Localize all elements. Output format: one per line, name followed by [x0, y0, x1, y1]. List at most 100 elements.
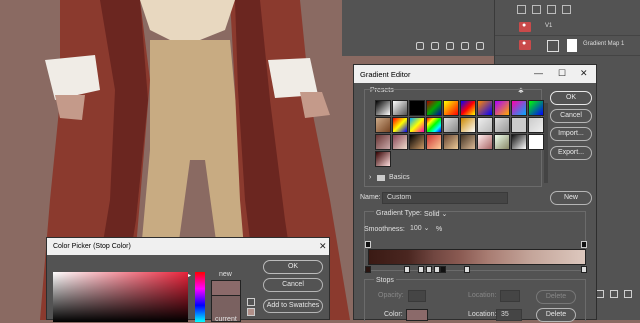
opacity-location-input[interactable] [500, 290, 520, 302]
gradient-preset-swatch[interactable] [409, 117, 425, 133]
gradient-preset-swatch[interactable] [460, 134, 476, 150]
opacity-stop-right[interactable] [581, 241, 587, 248]
opacity-input[interactable] [408, 290, 426, 302]
dialog-title: Color Picker (Stop Color) [53, 243, 131, 250]
gradient-preset-swatch[interactable] [494, 117, 510, 133]
gradient-preset-swatch[interactable] [443, 100, 459, 116]
opacity-stop-left[interactable] [365, 241, 371, 248]
color-stop[interactable] [404, 266, 410, 273]
visibility-icon[interactable] [461, 42, 469, 50]
lock-position-icon[interactable] [532, 4, 541, 14]
minimize-icon[interactable]: — [534, 68, 543, 78]
trash-icon[interactable] [624, 290, 632, 298]
gradient-preset-swatch[interactable] [511, 134, 527, 150]
clip-icon[interactable] [416, 42, 424, 50]
gradient-preset-swatch[interactable] [477, 117, 493, 133]
gradient-preset-swatch[interactable] [392, 134, 408, 150]
gradient-preview-bar[interactable] [368, 249, 586, 265]
hue-slider[interactable] [195, 272, 205, 322]
gradient-preset-swatch[interactable] [511, 117, 527, 133]
gradient-preset-swatch[interactable] [477, 134, 493, 150]
folder-label[interactable]: Basics [389, 174, 410, 181]
gradient-preset-swatch[interactable] [426, 117, 442, 133]
web-safe-icon[interactable] [247, 308, 255, 316]
import-button[interactable]: Import... [550, 127, 592, 141]
reset-icon[interactable] [446, 42, 454, 50]
presets-swatch-grid [375, 100, 544, 167]
gradient-preset-swatch[interactable] [494, 100, 510, 116]
layer-row-gradient-map[interactable]: Gradient Map 1 [495, 36, 640, 56]
smoothness-unit: % [436, 226, 443, 233]
gradient-preset-swatch[interactable] [426, 100, 442, 116]
gradient-name-input[interactable]: Custom [382, 192, 508, 204]
gradient-preset-swatch[interactable] [460, 117, 476, 133]
gradient-type-label: Gradient Type: [374, 210, 424, 217]
gradient-preset-swatch[interactable] [528, 117, 544, 133]
add-to-swatches-button[interactable]: Add to Swatches [263, 299, 323, 313]
chevron-down-icon: ⌄ [441, 211, 448, 218]
layer-row-group[interactable]: V1 [495, 18, 640, 36]
lock-pixels-icon[interactable] [517, 4, 526, 14]
new-layer-icon[interactable] [610, 290, 618, 298]
color-stop[interactable] [365, 266, 371, 273]
gradient-preset-swatch[interactable] [528, 134, 544, 150]
presets-scrollbar[interactable] [544, 103, 548, 183]
gradient-preset-swatch[interactable] [477, 100, 493, 116]
gradient-preset-swatch[interactable] [409, 100, 425, 116]
ok-button[interactable]: OK [550, 91, 592, 105]
gradient-preset-swatch[interactable] [375, 100, 391, 116]
gradient-preset-swatch[interactable] [443, 117, 459, 133]
gradient-preset-swatch[interactable] [426, 134, 442, 150]
export-button[interactable]: Export... [550, 146, 592, 160]
new-color-swatch [211, 280, 241, 296]
trash-icon[interactable] [476, 42, 484, 50]
stop-color-swatch[interactable] [406, 309, 428, 321]
folder-chevron-icon[interactable]: › [369, 174, 371, 181]
color-location-input[interactable]: 35 [496, 309, 522, 321]
cancel-button[interactable]: Cancel [263, 278, 323, 292]
smoothness-value: 100 [410, 225, 422, 232]
gradient-preset-swatch[interactable] [511, 100, 527, 116]
opacity-delete-button[interactable]: Delete [536, 290, 576, 304]
gradient-type-select[interactable]: Solid ⌄ [424, 210, 447, 218]
gradient-preset-swatch[interactable] [392, 117, 408, 133]
gradient-editor-titlebar: Gradient Editor — ☐ ✕ [354, 65, 596, 83]
visibility-eye-icon[interactable] [519, 22, 531, 32]
gradient-preset-swatch[interactable] [409, 134, 425, 150]
gradient-preset-swatch[interactable] [375, 151, 391, 167]
color-stop[interactable] [464, 266, 470, 273]
color-stop[interactable] [426, 266, 432, 273]
view-previous-icon[interactable] [431, 42, 439, 50]
color-saturation-field[interactable] [53, 272, 188, 322]
new-button[interactable]: New [550, 191, 592, 205]
dialog-title: Gradient Editor [360, 69, 411, 79]
new-group-icon[interactable] [596, 290, 604, 298]
gradient-preset-swatch[interactable] [528, 100, 544, 116]
gradient-preset-swatch[interactable] [443, 134, 459, 150]
folder-icon [377, 175, 385, 181]
gradient-preset-swatch[interactable] [494, 134, 510, 150]
color-stop[interactable] [418, 266, 424, 273]
color-stop[interactable] [440, 266, 446, 273]
gradient-preset-swatch[interactable] [375, 134, 391, 150]
close-icon[interactable]: ✕ [580, 68, 588, 79]
layer-mask-thumbnail[interactable] [567, 39, 577, 52]
layer-name: Gradient Map 1 [583, 41, 625, 47]
gradient-preset-swatch[interactable] [375, 117, 391, 133]
adjustment-thumbnail-icon [547, 40, 559, 52]
ok-button[interactable]: OK [263, 260, 323, 274]
lock-artboard-icon[interactable] [547, 4, 556, 14]
smoothness-input[interactable]: 100 ⌄ [406, 224, 432, 236]
color-stop[interactable] [581, 266, 587, 273]
maximize-icon[interactable]: ☐ [558, 68, 566, 79]
gradient-preset-swatch[interactable] [460, 100, 476, 116]
close-icon[interactable]: ✕ [319, 241, 327, 252]
gamut-warning-icon[interactable] [247, 298, 255, 306]
lock-all-icon[interactable] [562, 4, 571, 14]
properties-panel [342, 0, 494, 56]
opacity-label: Opacity: [378, 292, 404, 299]
visibility-eye-icon[interactable] [519, 40, 531, 50]
chevron-down-icon: ⌄ [423, 225, 430, 232]
cancel-button[interactable]: Cancel [550, 109, 592, 123]
gradient-preset-swatch[interactable] [392, 100, 408, 116]
